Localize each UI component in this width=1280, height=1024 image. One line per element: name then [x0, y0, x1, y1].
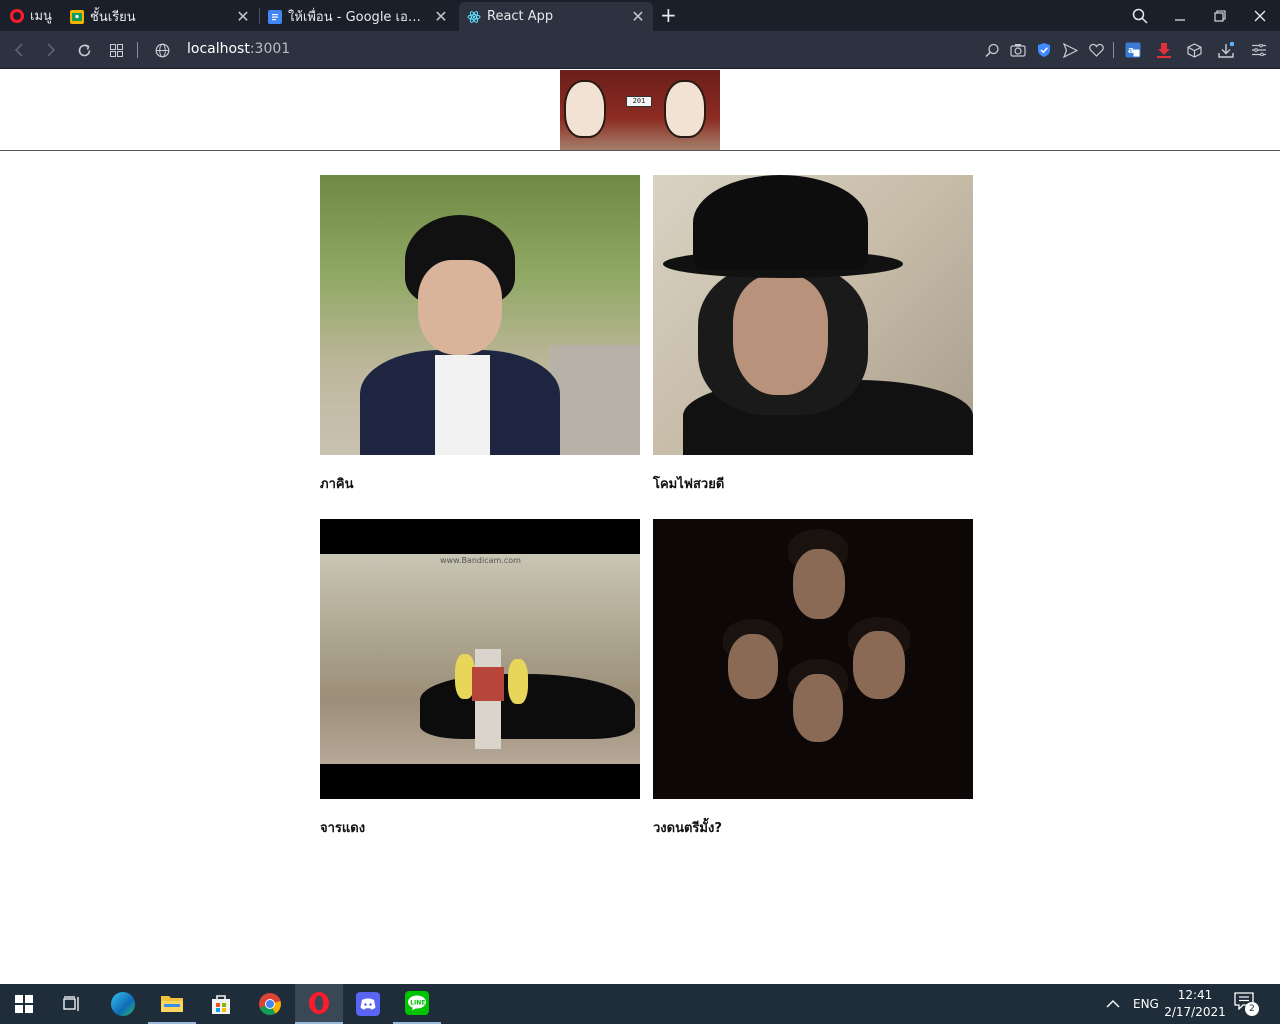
url-host: localhost: [187, 41, 250, 57]
card-name: ภาคิน: [320, 477, 354, 492]
tab-google-docs[interactable]: ให้เพื่อน - Google เอกสาร ✕: [260, 2, 456, 31]
header-divider: [0, 150, 1280, 151]
card-name: โคมไฟสวยดี: [653, 477, 725, 492]
speed-dial-icon[interactable]: [106, 40, 126, 60]
card-photo[interactable]: [653, 175, 973, 455]
clock-time: 12:41: [1177, 988, 1213, 1002]
show-hidden-icons-icon[interactable]: [1106, 984, 1120, 1024]
snapshot-camera-icon[interactable]: [1008, 40, 1028, 60]
opera-menu-button[interactable]: เมนู: [0, 0, 58, 31]
new-tab-button[interactable]: +: [660, 3, 677, 27]
download-extension-icon[interactable]: [1154, 40, 1174, 60]
card-photo[interactable]: [320, 175, 640, 455]
banner-character-right: [664, 80, 706, 138]
edge-icon[interactable]: [99, 984, 147, 1024]
close-window-button[interactable]: [1240, 0, 1280, 31]
url-port: :3001: [249, 41, 291, 57]
line-icon[interactable]: LINE: [393, 984, 441, 1024]
store-icon[interactable]: [197, 984, 245, 1024]
discord-icon[interactable]: [344, 984, 392, 1024]
page-content: 201 ภาคิน โคมไฟสวยดี www.Bandicam.com จา…: [0, 70, 1280, 984]
tab-react-app[interactable]: React App ✕: [459, 2, 653, 31]
forward-icon[interactable]: [41, 40, 61, 60]
vpn-shield-icon[interactable]: [1034, 40, 1054, 60]
card-name: จารแดง: [320, 821, 366, 836]
restore-button[interactable]: [1200, 0, 1240, 31]
close-icon[interactable]: ✕: [236, 7, 250, 26]
downloads-icon[interactable]: [1216, 40, 1236, 60]
task-view-icon[interactable]: [48, 984, 96, 1024]
minimize-button[interactable]: [1160, 0, 1200, 31]
banner-room-sign: 201: [626, 96, 652, 107]
translate-extension-icon[interactable]: a: [1123, 40, 1143, 60]
action-center-icon[interactable]: 2: [1234, 992, 1260, 1016]
close-icon[interactable]: ✕: [631, 7, 645, 26]
card-photo[interactable]: [653, 519, 973, 799]
easy-setup-icon[interactable]: [1249, 40, 1269, 60]
banner-character-left: [564, 80, 606, 138]
reload-icon[interactable]: [74, 40, 94, 60]
extensions-cube-icon[interactable]: [1184, 40, 1204, 60]
react-icon: [467, 10, 481, 24]
gallery-card[interactable]: วงดนตรีมั้ง?: [653, 519, 973, 836]
menu-label: เมนู: [30, 9, 52, 24]
back-icon[interactable]: [9, 40, 29, 60]
clock-date: 2/17/2021: [1164, 1005, 1226, 1019]
video-watermark: www.Bandicam.com: [440, 556, 521, 565]
classroom-icon: [70, 9, 84, 24]
docs-icon: [268, 9, 282, 24]
gallery-card[interactable]: โคมไฟสวยดี: [653, 175, 973, 492]
card-photo[interactable]: www.Bandicam.com: [320, 519, 640, 799]
system-clock[interactable]: 12:41 2/17/2021: [1160, 987, 1230, 1021]
file-explorer-icon[interactable]: [148, 984, 196, 1024]
language-indicator[interactable]: ENG: [1133, 984, 1159, 1024]
start-icon[interactable]: [0, 984, 48, 1024]
send-flow-icon[interactable]: [1060, 40, 1080, 60]
toolbar-divider: [1113, 42, 1114, 58]
tab-classroom[interactable]: ชั้นเรียน ✕: [62, 2, 258, 31]
browser-tabstrip: เมนู ชั้นเรียน ✕ ให้เพื่อน - Google เอกส…: [0, 0, 1280, 31]
notification-count-badge: 2: [1245, 1002, 1259, 1016]
chrome-icon[interactable]: [246, 984, 294, 1024]
header-banner-image: 201: [560, 70, 720, 150]
zoom-search-icon[interactable]: [982, 40, 1002, 60]
opera-icon[interactable]: [295, 984, 343, 1024]
search-tabs-icon[interactable]: [1120, 0, 1160, 31]
close-icon[interactable]: ✕: [434, 7, 448, 26]
address-bar: localhost:3001 a: [0, 31, 1280, 69]
toolbar-divider: [137, 42, 138, 58]
bookmark-heart-icon[interactable]: [1086, 40, 1106, 60]
tab-title: React App: [487, 9, 554, 24]
opera-logo-icon: [10, 8, 24, 23]
site-info-icon[interactable]: [152, 40, 172, 60]
gallery-card[interactable]: ภาคิน: [320, 175, 640, 492]
url-field[interactable]: localhost:3001: [187, 41, 290, 57]
gallery-card[interactable]: www.Bandicam.com จารแดง: [320, 519, 640, 836]
windows-taskbar: LINE ENG 12:41 2/17/2021 2: [0, 984, 1280, 1024]
card-name: วงดนตรีมั้ง?: [653, 821, 722, 836]
tab-title: ให้เพื่อน - Google เอกสาร: [288, 10, 428, 25]
svg-text:LINE: LINE: [410, 1000, 425, 1007]
tab-title: ชั้นเรียน: [90, 10, 136, 25]
svg-text:a: a: [1128, 46, 1134, 56]
